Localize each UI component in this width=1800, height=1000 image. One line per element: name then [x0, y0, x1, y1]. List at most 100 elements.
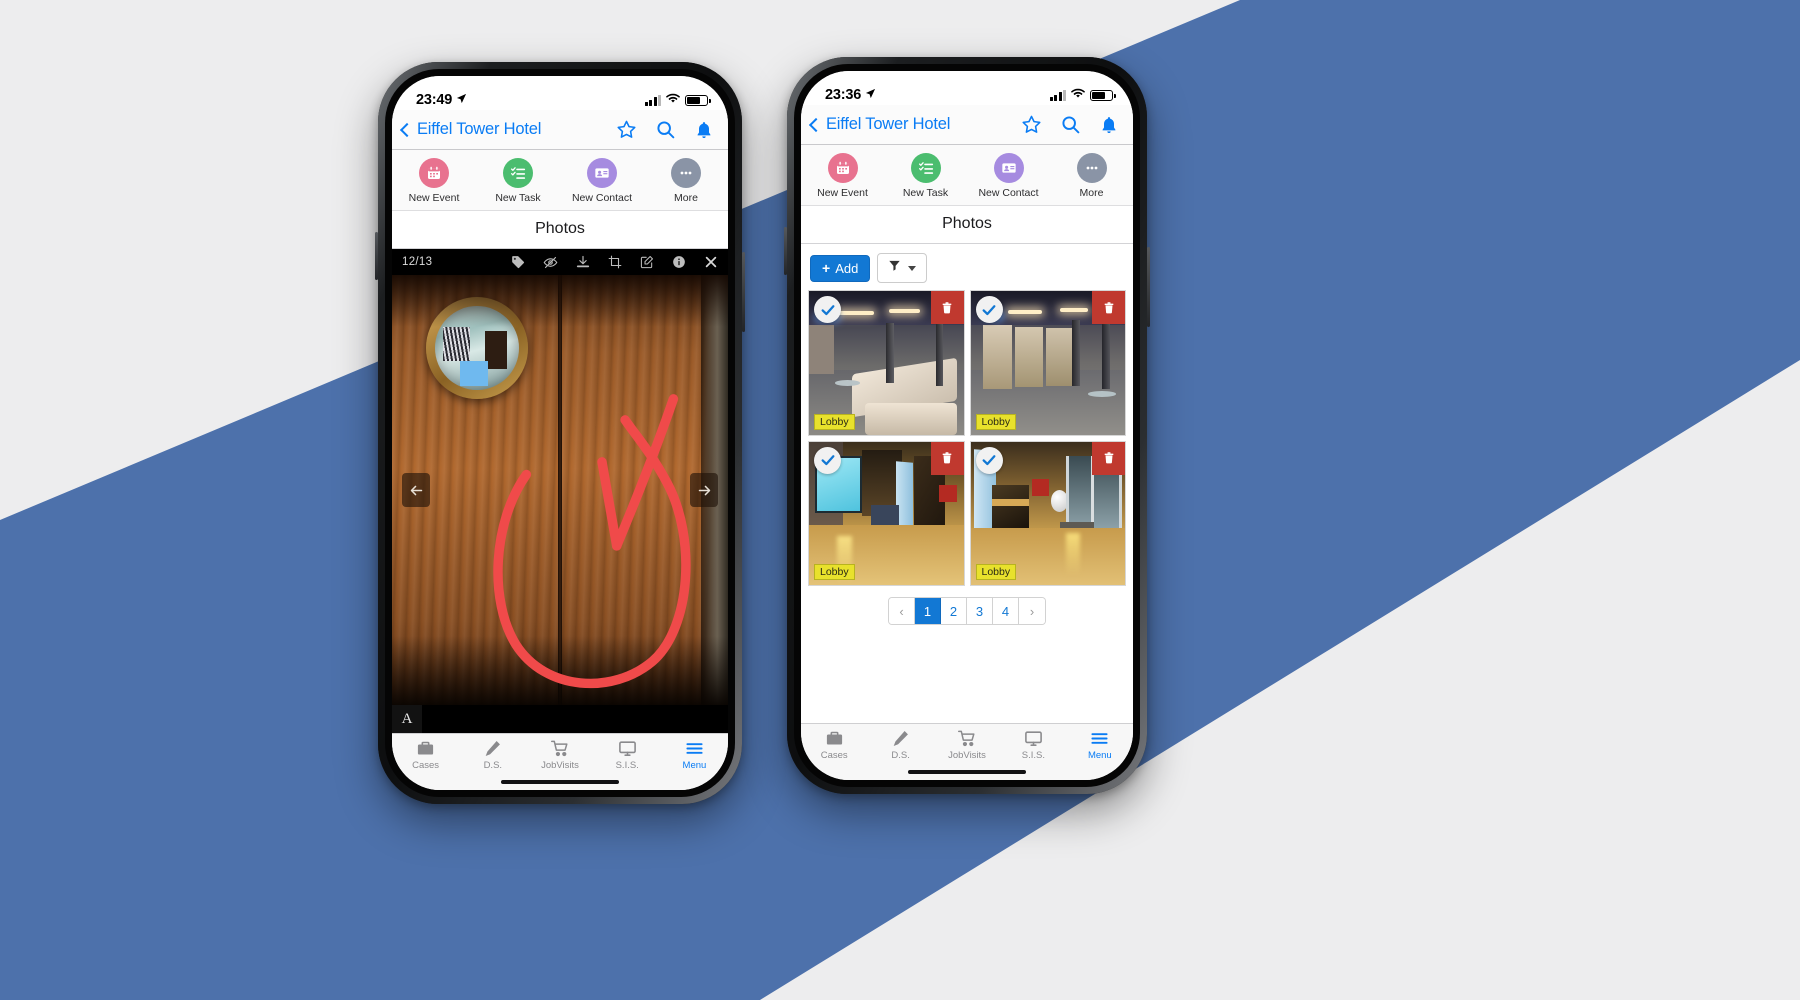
photo-cell[interactable]: Lobby [808, 290, 965, 436]
side-button-power-left[interactable] [742, 252, 745, 332]
photo-delete-button[interactable] [930, 441, 964, 475]
photo-cell[interactable]: Lobby [969, 290, 1126, 436]
photo-select-check[interactable] [975, 446, 1003, 474]
quick-action-new-event[interactable]: New Event [801, 153, 884, 199]
phone-device-right: 23:36 Eiffel Tower Hotel New Event New T… [784, 57, 1150, 794]
ellipsis-icon [671, 158, 701, 188]
tab-ds[interactable]: D.S. [867, 729, 933, 761]
side-button-volume-right[interactable] [784, 227, 787, 275]
pagination-page-1[interactable]: 1 [915, 598, 941, 625]
viewer-next-button[interactable] [690, 473, 718, 507]
red-seating [938, 484, 958, 502]
funnel-icon [888, 259, 901, 277]
back-button-left[interactable]: Eiffel Tower Hotel [399, 120, 542, 139]
tab-sis[interactable]: S.I.S. [594, 739, 661, 771]
photo-select-check[interactable] [975, 296, 1003, 323]
elevator-door-3 [1046, 328, 1073, 386]
bell-icon[interactable] [694, 120, 714, 140]
search-icon[interactable] [1060, 114, 1081, 135]
tab-label: Cases [820, 750, 848, 761]
photo-delete-button[interactable] [930, 291, 964, 324]
nav-title-left: Eiffel Tower Hotel [417, 120, 542, 138]
tab-cases[interactable]: Cases [392, 739, 459, 771]
quick-action-new-contact[interactable]: New Contact [560, 158, 644, 204]
info-icon[interactable] [672, 255, 686, 269]
photo-delete-button[interactable] [1092, 441, 1125, 475]
quick-action-label: New Event [408, 192, 460, 204]
pagination-page-2[interactable]: 2 [941, 598, 967, 625]
photo-delete-button[interactable] [1092, 291, 1125, 324]
side-button-volume-left[interactable] [375, 232, 378, 280]
text-annotation-tool[interactable]: A [392, 705, 422, 733]
signal-bars-icon [644, 94, 661, 106]
status-time-group: 23:49 [416, 92, 467, 108]
tab-menu[interactable]: Menu [661, 739, 728, 771]
phone-device-left: 23:49 Eiffel Tower Hotel New Event New T… [375, 62, 745, 804]
wifi-icon [665, 92, 681, 108]
photo-tag-label: Lobby [814, 413, 855, 430]
tab-jobvisits[interactable]: JobVisits [526, 739, 593, 771]
pagination: ‹ 1 2 3 4 › [801, 586, 1133, 634]
photo-grid-panel: + Add Lobby Lobby Lobby Lobby ‹ 1 2 3 4 … [801, 244, 1133, 723]
photo-select-check[interactable] [814, 446, 841, 474]
side-table [835, 379, 860, 386]
white-sphere [1050, 490, 1068, 512]
back-button-right[interactable]: Eiffel Tower Hotel [808, 115, 951, 134]
star-icon[interactable] [616, 119, 637, 140]
section-title-left: Photos [392, 211, 728, 249]
quick-action-new-contact[interactable]: New Contact [967, 153, 1050, 199]
elevator-door-2 [1015, 326, 1044, 388]
tab-menu[interactable]: Menu [1067, 729, 1133, 761]
quick-action-more[interactable]: More [644, 158, 728, 204]
tab-ds[interactable]: D.S. [459, 739, 526, 771]
photo-cell[interactable]: Lobby [969, 440, 1126, 587]
reception-desk [992, 484, 1030, 534]
chevron-left-icon [808, 117, 824, 132]
status-indicators [1049, 87, 1116, 103]
column-2 [935, 322, 944, 386]
quick-action-new-event[interactable]: New Event [392, 158, 476, 204]
tab-label: JobVisits [948, 750, 986, 761]
pagination-page-4[interactable]: 4 [993, 598, 1019, 625]
checklist-icon [503, 158, 533, 188]
edit-icon[interactable] [640, 255, 654, 269]
home-indicator-left [392, 774, 728, 790]
status-time-group: 23:36 [825, 87, 876, 103]
viewer-prev-button[interactable] [402, 473, 430, 507]
star-icon[interactable] [1021, 114, 1042, 135]
quick-action-new-task[interactable]: New Task [476, 158, 560, 204]
tab-label: S.I.S. [615, 760, 639, 771]
quick-action-new-task[interactable]: New Task [884, 153, 967, 199]
quick-actions-right: New Event New Task New Contact More [801, 145, 1133, 206]
add-button-label: Add [835, 260, 859, 276]
pagination-prev[interactable]: ‹ [889, 598, 915, 625]
eye-slash-icon[interactable] [543, 255, 558, 270]
bell-icon[interactable] [1099, 115, 1119, 135]
photo-select-check[interactable] [814, 296, 841, 323]
photo-cell[interactable]: Lobby [808, 440, 965, 587]
wifi-icon [1070, 87, 1086, 103]
caret-down-icon [908, 265, 917, 271]
search-icon[interactable] [655, 119, 676, 140]
filter-dropdown-button[interactable] [877, 253, 928, 283]
crop-icon[interactable] [608, 255, 622, 269]
pagination-page-3[interactable]: 3 [967, 598, 993, 625]
quick-action-more[interactable]: More [1050, 153, 1133, 199]
viewer-photo[interactable] [392, 275, 728, 705]
tab-cases[interactable]: Cases [801, 729, 867, 761]
tab-label: JobVisits [541, 760, 579, 771]
download-icon[interactable] [576, 255, 590, 269]
close-icon[interactable] [704, 255, 718, 269]
tab-label: D.S. [891, 750, 910, 761]
tab-jobvisits[interactable]: JobVisits [934, 729, 1000, 761]
add-photo-button[interactable]: + Add [810, 254, 871, 282]
pagination-next[interactable]: › [1019, 598, 1045, 625]
tab-sis[interactable]: S.I.S. [1000, 729, 1066, 761]
status-bar-right: 23:36 [801, 71, 1133, 105]
nav-title-right: Eiffel Tower Hotel [826, 115, 951, 133]
side-button-power-right[interactable] [1147, 247, 1150, 327]
tab-label: Cases [412, 760, 440, 771]
screen-right: 23:36 Eiffel Tower Hotel New Event New T… [801, 71, 1133, 780]
checklist-icon [910, 153, 941, 183]
tag-icon[interactable] [511, 255, 525, 269]
